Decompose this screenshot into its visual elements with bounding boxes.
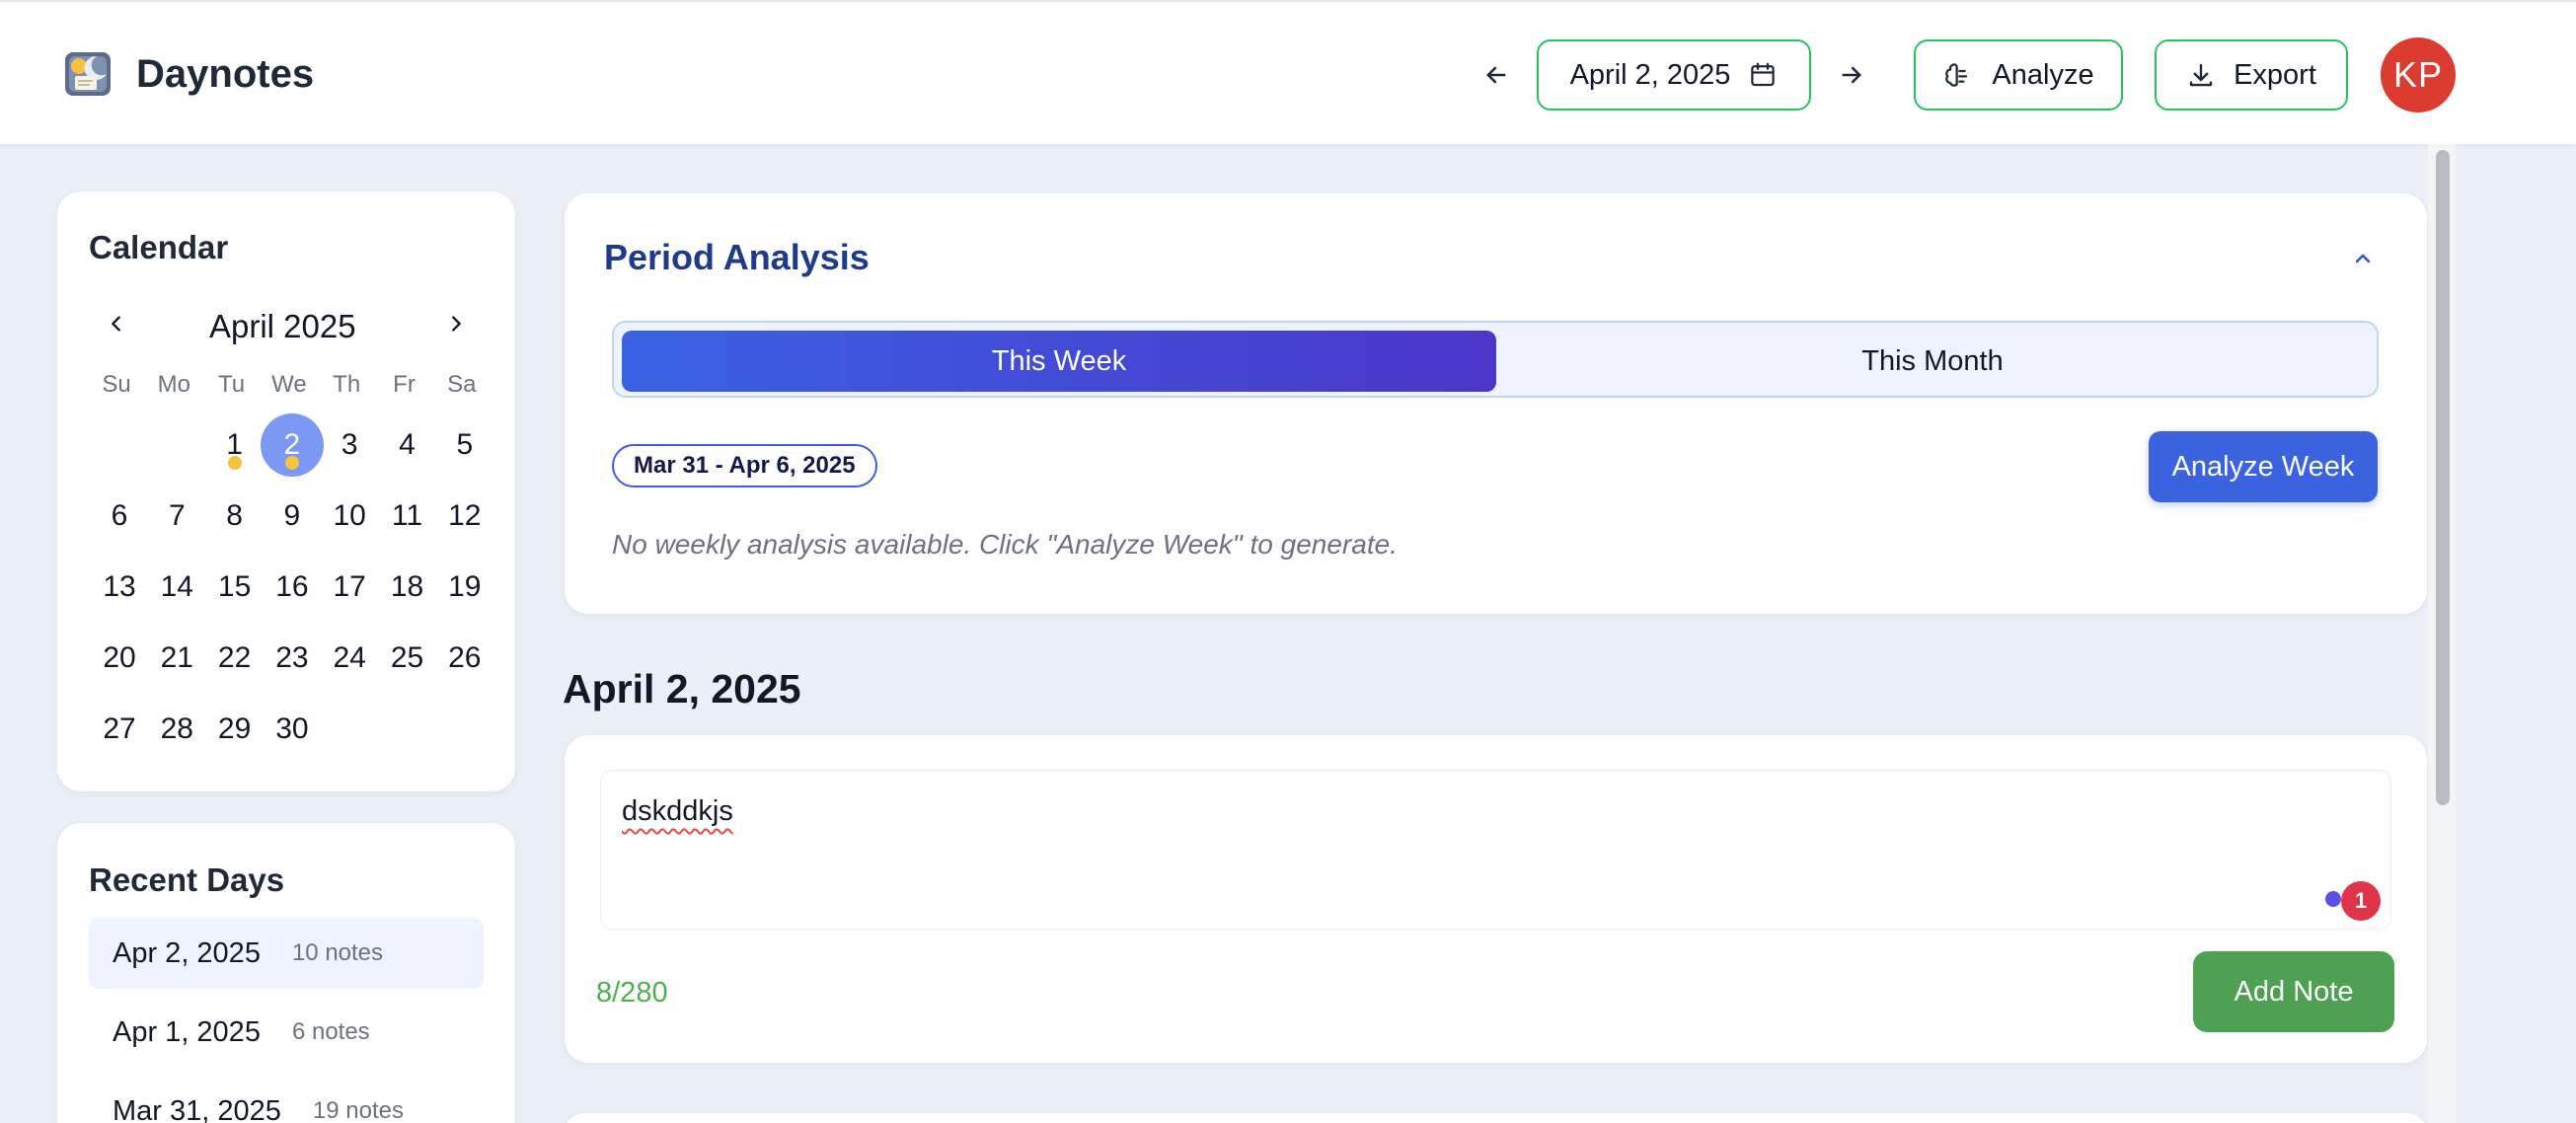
calendar-month-label: April 2025 <box>209 308 356 344</box>
date-picker-button[interactable]: April 2, 2025 <box>1537 39 1811 111</box>
char-counter: 8/280 <box>596 977 668 1009</box>
recent-days-heading: Recent Days <box>89 861 285 898</box>
calendar-day[interactable]: 16 <box>264 559 321 616</box>
user-avatar[interactable]: KP <box>2381 37 2456 112</box>
scrollbar-thumb[interactable] <box>2436 150 2450 805</box>
app-title: Daynotes <box>136 52 315 96</box>
extension-count-badge[interactable]: 1 <box>2341 881 2381 921</box>
weekday-header: We <box>271 371 307 398</box>
weekday-header: Mo <box>157 371 190 398</box>
collapse-analysis-button[interactable] <box>2345 241 2381 276</box>
calendar-day[interactable]: 8 <box>206 487 264 545</box>
download-icon <box>2189 63 2213 87</box>
weekday-header: Fr <box>393 371 416 398</box>
empty-analysis-message: No weekly analysis available. Click "Ana… <box>612 529 1398 560</box>
next-card <box>565 1113 2427 1123</box>
calendar-day[interactable]: 9 <box>264 487 321 545</box>
calendar-day[interactable]: 3 <box>321 416 378 474</box>
calendar-day[interactable]: 25 <box>379 630 436 687</box>
calendar-day[interactable]: 28 <box>148 701 205 758</box>
calendar-day[interactable]: 12 <box>436 487 493 545</box>
arrow-left-icon <box>1486 66 1506 84</box>
note-input[interactable] <box>600 770 2391 930</box>
recent-day-note-count: 6 notes <box>291 1018 370 1045</box>
calendar-day[interactable]: 20 <box>91 630 148 687</box>
calendar-day[interactable]: 10 <box>321 487 378 545</box>
calendar-day[interactable]: 21 <box>148 630 205 687</box>
date-range-badge: Mar 31 - Apr 6, 2025 <box>612 444 877 487</box>
next-month-button[interactable] <box>436 304 476 343</box>
app-logo-icon <box>63 48 114 98</box>
analyze-label: Analyze <box>1992 58 2094 91</box>
calendar-day[interactable]: 29 <box>206 701 264 758</box>
recent-day-date: Mar 31, 2025 <box>113 1094 281 1123</box>
tab-this-week[interactable]: This Week <box>622 331 1496 392</box>
calendar-day[interactable]: 23 <box>264 630 321 687</box>
calendar-icon <box>1751 62 1776 87</box>
brain-icon <box>1945 63 1968 87</box>
calendar-heading: Calendar <box>89 229 229 265</box>
calendar-day[interactable]: 24 <box>321 630 378 687</box>
calendar-day[interactable]: 15 <box>206 559 264 616</box>
add-note-button[interactable]: Add Note <box>2193 951 2394 1032</box>
calendar-day[interactable]: 30 <box>264 701 321 758</box>
calendar-day[interactable]: 5 <box>436 416 493 474</box>
recent-day-item[interactable]: Apr 2, 2025 10 notes <box>89 918 484 989</box>
period-tabs: This Week This Month <box>612 321 2379 398</box>
chevron-left-icon <box>112 316 120 332</box>
weekday-header: Tu <box>218 371 246 398</box>
note-indicator-dot <box>227 456 242 470</box>
extension-dot-icon <box>2325 891 2341 907</box>
export-label: Export <box>2234 58 2316 91</box>
top-header: Daynotes April 2, 2025 Analyze Export KP <box>0 0 2576 144</box>
note-indicator-dot <box>284 456 299 470</box>
analyze-button[interactable]: Analyze <box>1914 39 2123 111</box>
tab-this-month[interactable]: This Month <box>1496 331 2369 392</box>
recent-day-date: Apr 1, 2025 <box>113 1015 261 1048</box>
recent-day-note-count: 10 notes <box>291 939 384 966</box>
next-day-button[interactable] <box>1832 55 1871 95</box>
calendar-day[interactable]: 14 <box>148 559 205 616</box>
analyze-week-button[interactable]: Analyze Week <box>2149 431 2378 502</box>
note-input-value: dskddkjs <box>622 795 733 827</box>
prev-month-button[interactable] <box>97 304 136 343</box>
calendar-day[interactable]: 22 <box>206 630 264 687</box>
calendar-day[interactable]: 7 <box>148 487 205 545</box>
calendar-day[interactable]: 26 <box>436 630 493 687</box>
chevron-right-icon <box>452 316 461 332</box>
prev-day-button[interactable] <box>1477 55 1516 95</box>
calendar-day[interactable]: 19 <box>436 559 493 616</box>
current-date-label: April 2, 2025 <box>1569 58 1731 91</box>
weekday-header: Th <box>333 371 361 398</box>
calendar-day[interactable]: 18 <box>379 559 436 616</box>
calendar-day[interactable]: 11 <box>379 487 436 545</box>
calendar-day[interactable]: 17 <box>321 559 378 616</box>
chevron-up-icon <box>2355 254 2371 263</box>
calendar-day[interactable]: 4 <box>379 416 436 474</box>
calendar-day[interactable]: 6 <box>91 487 148 545</box>
arrow-right-icon <box>1842 66 1861 84</box>
calendar-day[interactable]: 27 <box>91 701 148 758</box>
day-title: April 2, 2025 <box>563 666 801 711</box>
recent-day-item[interactable]: Apr 1, 2025 6 notes <box>89 997 484 1068</box>
weekday-header: Sa <box>447 371 477 398</box>
recent-day-date: Apr 2, 2025 <box>113 936 261 969</box>
export-button[interactable]: Export <box>2155 39 2348 111</box>
weekday-header: Su <box>102 371 131 398</box>
calendar-day[interactable]: 13 <box>91 559 148 616</box>
recent-day-note-count: 19 notes <box>312 1097 404 1123</box>
recent-day-item[interactable]: Mar 31, 2025 19 notes <box>89 1076 484 1123</box>
period-analysis-title: Period Analysis <box>604 237 870 277</box>
